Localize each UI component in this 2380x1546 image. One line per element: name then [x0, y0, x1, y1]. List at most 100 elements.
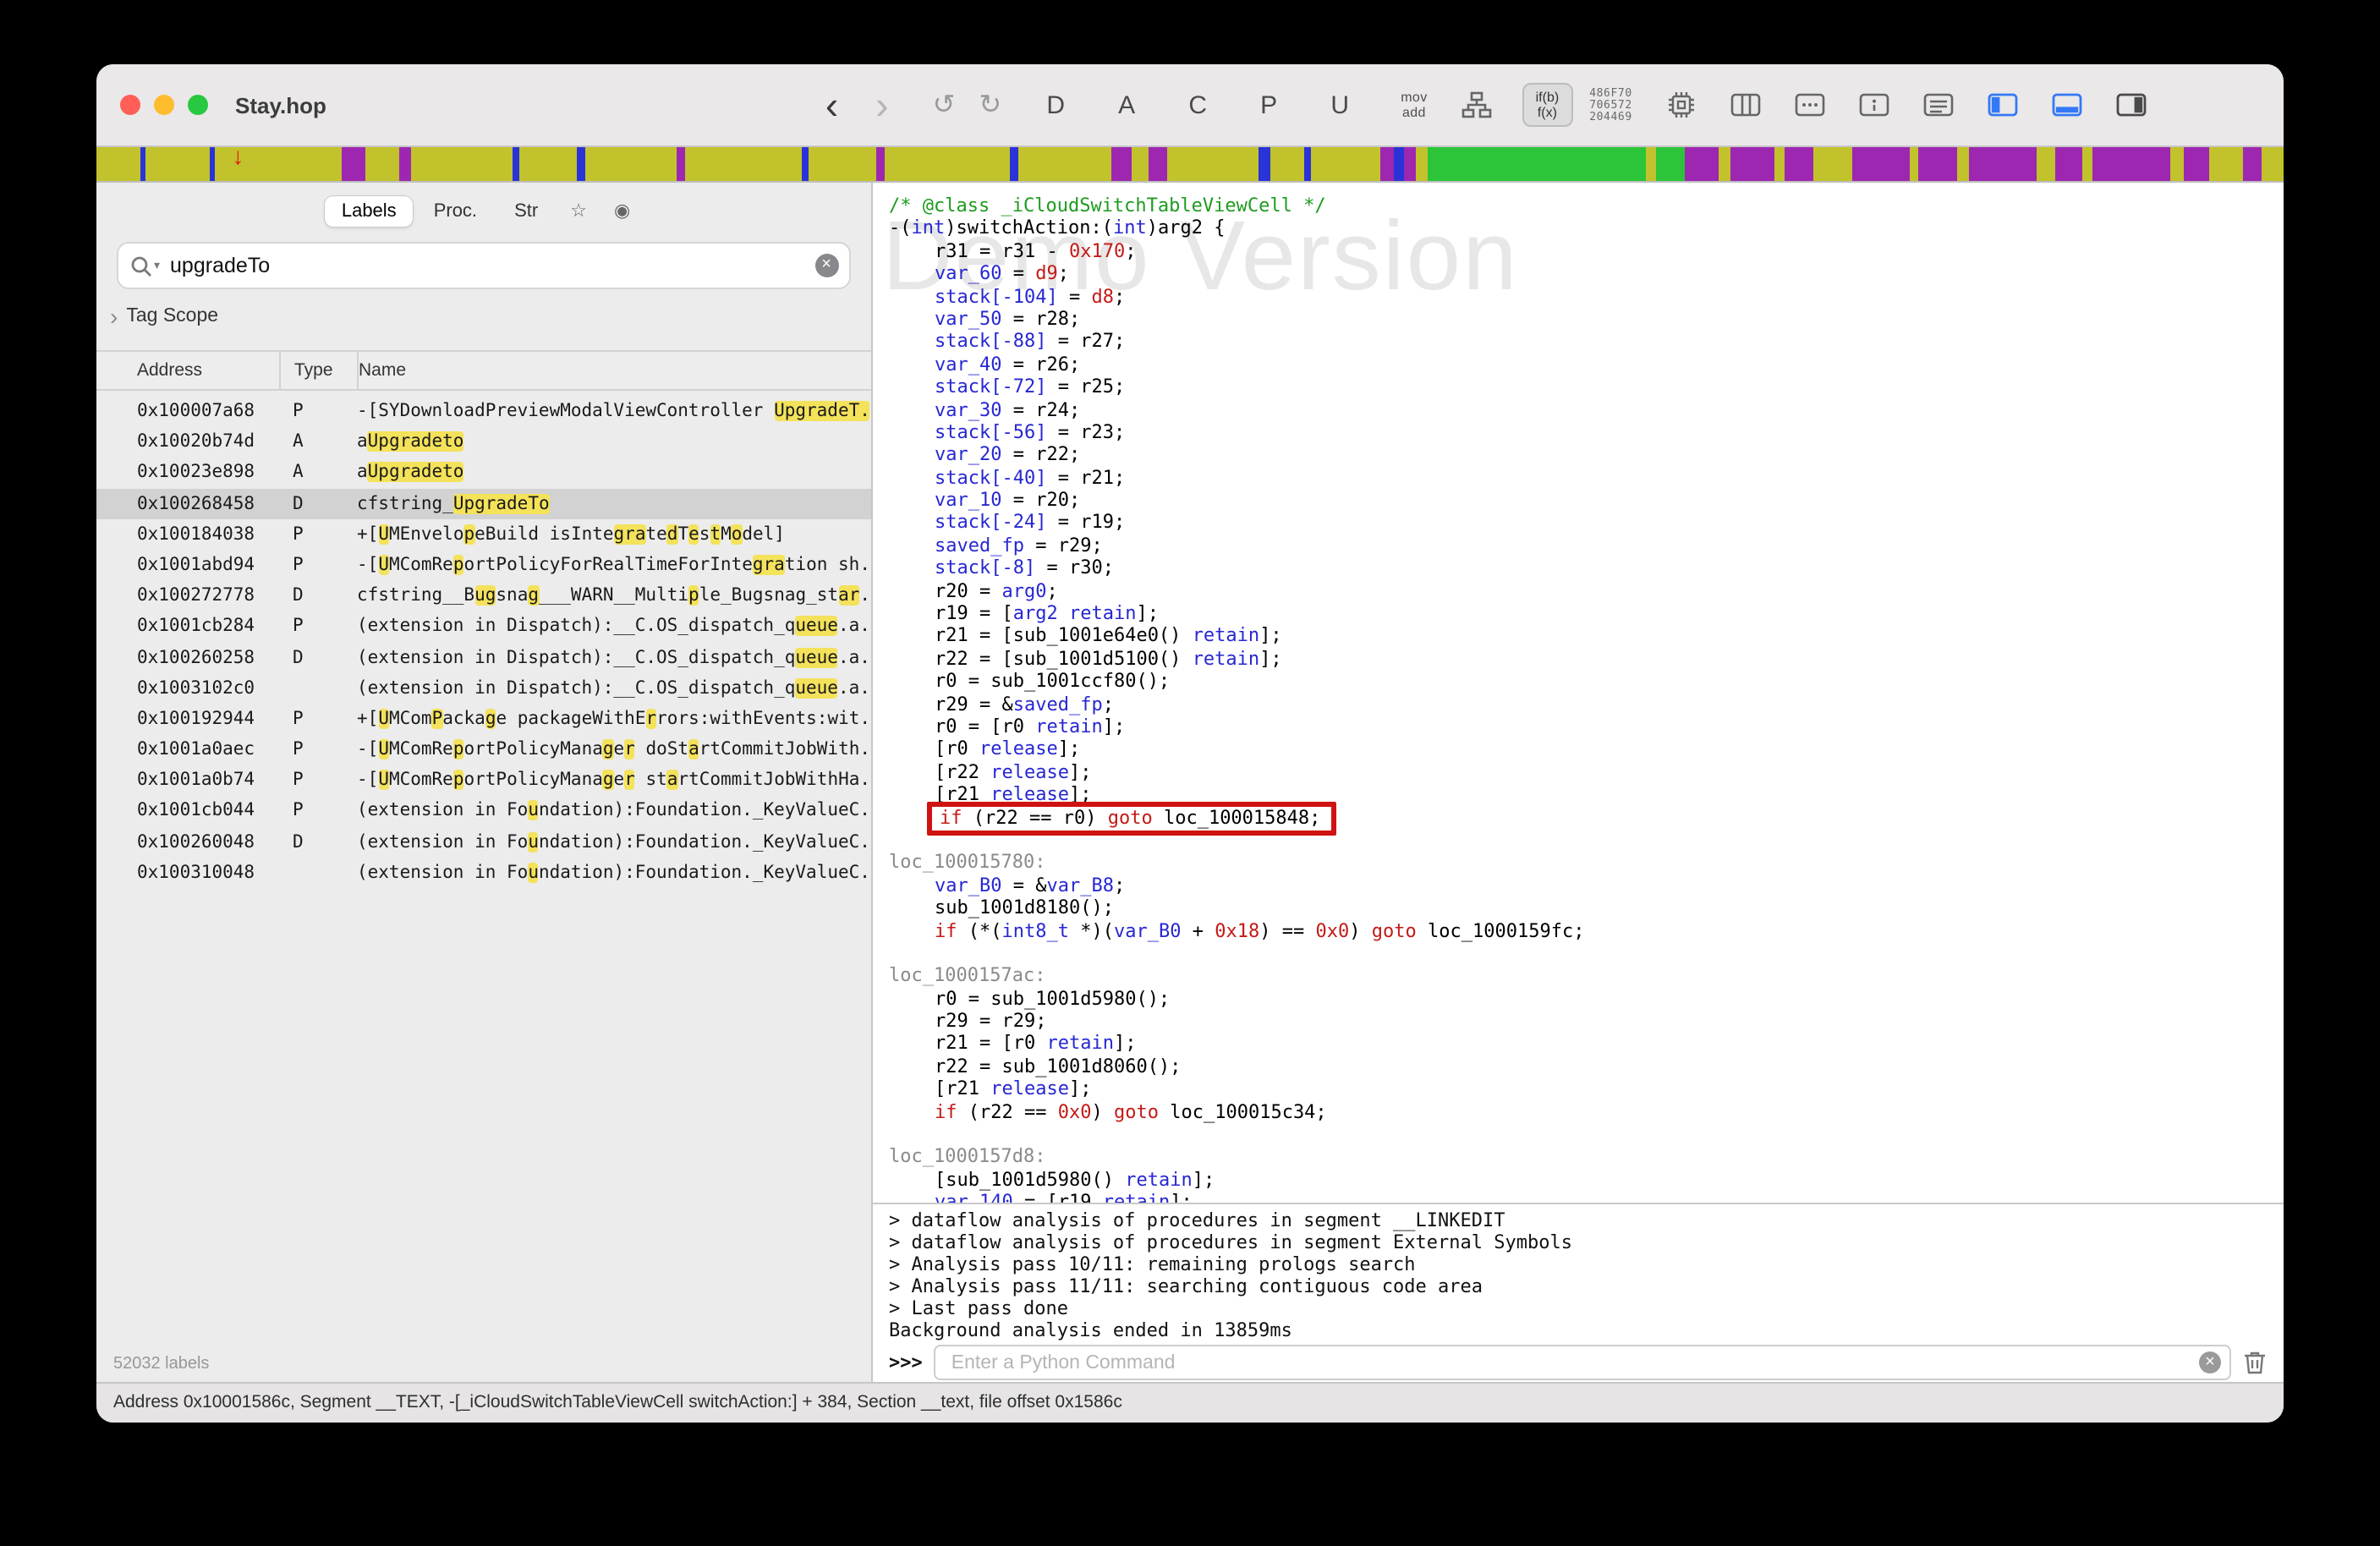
code-line[interactable]: var_20 = r22;: [889, 444, 2284, 467]
code-line[interactable]: r29 = r29;: [889, 1010, 2284, 1033]
search-icon[interactable]: ▾: [130, 255, 160, 277]
table-row[interactable]: 0x100310048(extension in Foundation):Fou…: [96, 858, 870, 888]
code-line[interactable]: r31 = r31 - 0x170;: [889, 240, 2284, 263]
mode-button-a[interactable]: A: [1110, 90, 1143, 119]
column-header-type[interactable]: Type: [279, 352, 357, 389]
code-line[interactable]: r20 = arg0;: [889, 579, 2284, 602]
column-header-address[interactable]: Address: [96, 360, 279, 381]
forward-button[interactable]: ›: [875, 88, 888, 122]
code-line[interactable]: var_40 = r26;: [889, 353, 2284, 376]
code-line[interactable]: saved_fp = r29;: [889, 535, 2284, 557]
control-flow-graph-button[interactable]: [1461, 91, 1492, 118]
code-line[interactable]: r0 = sub_1001d5980();: [889, 987, 2284, 1010]
code-line[interactable]: [r22 release];: [889, 761, 2284, 784]
navigation-bar[interactable]: ↓: [96, 147, 2284, 183]
clear-console-button[interactable]: [2243, 1350, 2267, 1375]
inspector-button[interactable]: [1859, 91, 1889, 118]
code-line[interactable]: r22 = sub_1001d8060();: [889, 1055, 2284, 1078]
code-line[interactable]: r22 = [sub_1001d5100() retain];: [889, 648, 2284, 671]
code-line[interactable]: loc_100015780:: [889, 852, 2284, 874]
command-field[interactable]: ×: [935, 1345, 2231, 1380]
code-line[interactable]: var_140 = [r19 retain];: [889, 1191, 2284, 1203]
table-row[interactable]: 0x100192944P+[UMComPackage packageWithEr…: [96, 704, 870, 734]
code-line[interactable]: r21 = [sub_1001e64e0() retain];: [889, 625, 2284, 648]
python-command-input[interactable]: [948, 1351, 2199, 1374]
zoom-button[interactable]: [188, 95, 208, 115]
code-line[interactable]: loc_1000157d8:: [889, 1146, 2284, 1169]
more-options-button[interactable]: [1795, 91, 1825, 118]
code-line[interactable]: r19 = [arg2 retain];: [889, 602, 2284, 625]
code-line[interactable]: loc_1000157ac:: [889, 965, 2284, 988]
table-row[interactable]: 0x1001a0b74P-[UMComReportPolicyManager s…: [96, 765, 870, 796]
tag-scope-row[interactable]: › Tag Scope: [110, 299, 870, 333]
undo-button[interactable]: ↺: [933, 88, 956, 122]
tab-icon[interactable]: ☆: [558, 195, 599, 227]
search-input[interactable]: [167, 252, 814, 279]
tab-str[interactable]: Str: [497, 195, 555, 226]
code-line[interactable]: stack[-56] = r23;: [889, 421, 2284, 444]
code-line[interactable]: /* @class _iCloudSwitchTableViewCell */: [889, 195, 2284, 217]
transform-instruction-button[interactable]: mov add: [1401, 90, 1427, 120]
table-row[interactable]: 0x1001a0aecP-[UMComReportPolicyManager d…: [96, 734, 870, 765]
code-line[interactable]: var_50 = r28;: [889, 308, 2284, 331]
clear-command-icon[interactable]: ×: [2199, 1351, 2221, 1373]
code-line[interactable]: stack[-24] = r19;: [889, 512, 2284, 535]
table-row[interactable]: 0x10023e898AaUpgradeto: [96, 458, 870, 488]
code-line[interactable]: var_B0 = &var_B8;: [889, 874, 2284, 896]
minimize-button[interactable]: [154, 95, 174, 115]
code-line[interactable]: if (r22 == 0x0) goto loc_100015c34;: [889, 1100, 2284, 1123]
table-row[interactable]: 0x100260258D(extension in Dispatch):__C.…: [96, 642, 870, 672]
clear-search-icon[interactable]: ×: [814, 254, 838, 277]
code-line[interactable]: var_30 = r24;: [889, 398, 2284, 421]
search-field[interactable]: ▾ ×: [117, 242, 850, 289]
table-row[interactable]: 0x1001cb284P(extension in Dispatch):__C.…: [96, 611, 870, 642]
code-line[interactable]: stack[-8] = r30;: [889, 557, 2284, 580]
table-row[interactable]: 0x1001cb044P(extension in Foundation):Fo…: [96, 796, 870, 826]
toggle-bottom-panel-button[interactable]: [2052, 91, 2082, 118]
table-row[interactable]: 0x10020b74dAaUpgradeto: [96, 426, 870, 457]
mode-button-p[interactable]: P: [1252, 90, 1286, 119]
code-line[interactable]: sub_1001d8180();: [889, 896, 2284, 919]
close-button[interactable]: [120, 95, 140, 115]
mode-button-c[interactable]: C: [1181, 90, 1215, 119]
mode-button-d[interactable]: D: [1039, 90, 1072, 119]
code-line[interactable]: [r21 release];: [889, 1077, 2284, 1100]
tab-labels[interactable]: Labels: [325, 195, 414, 226]
toggle-right-panel-button[interactable]: [2116, 91, 2147, 118]
code-line[interactable]: if (*(int8_t *)(var_B0 + 0x18) == 0x0) g…: [889, 919, 2284, 942]
column-header-name[interactable]: Name: [357, 352, 870, 389]
code-pane[interactable]: Demo Version /* @class _iCloudSwitchTabl…: [872, 183, 2284, 1203]
hex-bytes-button[interactable]: 486F70 706572 204469: [1589, 87, 1632, 123]
code-line[interactable]: var_10 = r20;: [889, 489, 2284, 512]
code-line[interactable]: stack[-40] = r21;: [889, 466, 2284, 489]
code-line[interactable]: stack[-104] = d8;: [889, 285, 2284, 308]
code-line[interactable]: stack[-72] = r25;: [889, 376, 2284, 398]
code-line[interactable]: [sub_1001d5980() retain];: [889, 1169, 2284, 1192]
table-row[interactable]: 0x1003102c0(extension in Dispatch):__C.O…: [96, 672, 870, 703]
table-row[interactable]: 0x100272778Dcfstring__Bugsnag___WARN__Mu…: [96, 580, 870, 611]
code-line[interactable]: [889, 942, 2284, 965]
table-row[interactable]: 0x100260048D(extension in Foundation):Fo…: [96, 826, 870, 857]
code-line[interactable]: [r0 release];: [889, 738, 2284, 761]
code-line[interactable]: stack[-88] = r27;: [889, 331, 2284, 354]
table-row[interactable]: 0x100268458Dcfstring_UpgradeTo: [96, 488, 870, 518]
code-line[interactable]: -(int)switchAction:(int)arg2 {: [889, 217, 2284, 240]
table-row[interactable]: 0x100007a68P-[SYDownloadPreviewModalView…: [96, 396, 870, 426]
code-line[interactable]: r0 = [r0 retain];: [889, 715, 2284, 738]
redo-button[interactable]: ↻: [979, 88, 1001, 122]
table-row[interactable]: 0x1001abd94P-[UMComReportPolicyForRealTi…: [96, 550, 870, 580]
code-line[interactable]: if (r22 == r0) goto loc_100015848;: [889, 806, 2284, 829]
code-line[interactable]: r0 = sub_1001ccf80();: [889, 670, 2284, 693]
code-line[interactable]: [889, 1123, 2284, 1146]
code-line[interactable]: var_60 = d9;: [889, 262, 2284, 285]
split-view-button[interactable]: [1730, 91, 1761, 118]
table-row[interactable]: 0x100184038P+[UMEnvelopeBuild isIntegrat…: [96, 519, 870, 550]
code-line[interactable]: r29 = &saved_fp;: [889, 693, 2284, 715]
tab-icon[interactable]: ◉: [602, 195, 642, 227]
cpu-button[interactable]: [1666, 90, 1697, 120]
tab-proc[interactable]: Proc.: [417, 195, 494, 226]
back-button[interactable]: ‹: [825, 88, 838, 122]
pseudo-code-button[interactable]: if(b) f(x): [1522, 83, 1573, 127]
mode-button-u[interactable]: U: [1323, 90, 1357, 119]
code-line[interactable]: r21 = [r0 retain];: [889, 1033, 2284, 1055]
